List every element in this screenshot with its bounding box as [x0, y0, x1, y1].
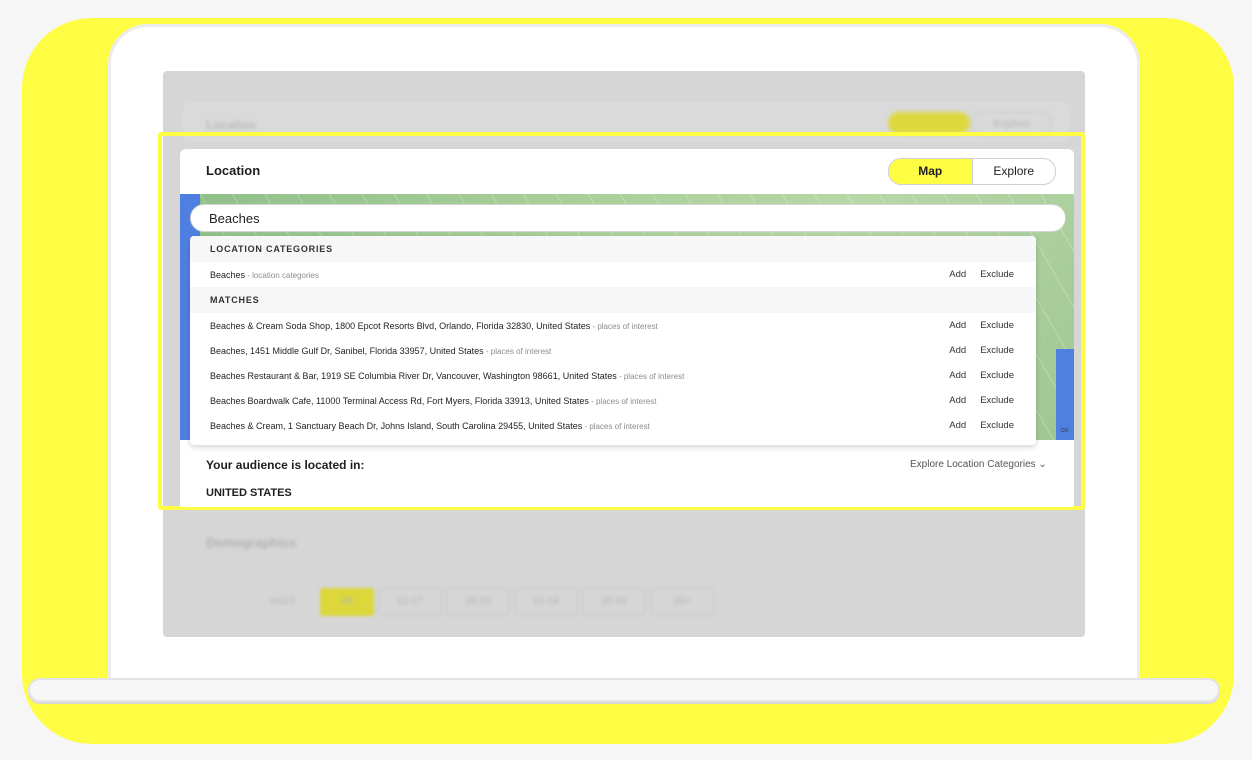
age-chip: 18-20: [446, 588, 510, 616]
view-toggle: Map Explore: [888, 158, 1056, 185]
location-title: Location: [206, 163, 261, 178]
age-chip: 35+: [650, 588, 714, 616]
add-button[interactable]: Add: [949, 420, 966, 431]
result-name: Beaches Restaurant & Bar, 1919 SE Columb…: [210, 370, 685, 381]
background-location-title: Location: [206, 118, 256, 132]
add-button[interactable]: Add: [949, 320, 966, 331]
exclude-button[interactable]: Exclude: [980, 320, 1014, 331]
explore-location-categories-link[interactable]: Explore Location Categories ⌄: [910, 459, 1047, 470]
map-toggle-button[interactable]: Map: [889, 159, 972, 184]
location-search-input[interactable]: [190, 204, 1066, 232]
result-name: Beaches - location categories: [210, 269, 319, 280]
categories-header: LOCATION CATEGORIES: [190, 236, 1036, 262]
matches-header: MATCHES: [190, 287, 1036, 313]
list-item: Beaches - location categories Add Exclud…: [190, 262, 1036, 287]
exclude-button[interactable]: Exclude: [980, 345, 1014, 356]
add-button[interactable]: Add: [949, 345, 966, 356]
exclude-button[interactable]: Exclude: [980, 395, 1014, 406]
age-label: AGES: [270, 596, 296, 606]
list-item: Beaches Boardwalk Cafe, 11000 Terminal A…: [190, 388, 1036, 413]
add-button[interactable]: Add: [949, 269, 966, 280]
result-name: Beaches, 1451 Middle Gulf Dr, Sanibel, F…: [210, 345, 552, 356]
chevron-down-icon: ⌄: [1038, 459, 1047, 470]
age-chip: 25-34: [582, 588, 646, 616]
laptop-base: [28, 678, 1220, 702]
location-card: Location Map Explore ox LOCATION CATEGOR…: [180, 149, 1074, 507]
result-name: Beaches & Cream Soda Shop, 1800 Epcot Re…: [210, 320, 658, 331]
add-button[interactable]: Add: [949, 395, 966, 406]
age-chip: 13-17: [378, 588, 442, 616]
map-attribution[interactable]: ox: [1061, 427, 1068, 434]
explore-toggle-button[interactable]: Explore: [971, 159, 1056, 184]
list-item: Beaches & Cream Soda Shop, 1800 Epcot Re…: [190, 313, 1036, 338]
background-demographics-title: Demographics: [206, 535, 297, 550]
age-chip: 21-24: [514, 588, 578, 616]
list-item: Beaches & Cream, 1 Sanctuary Beach Dr, J…: [190, 413, 1036, 438]
exclude-button[interactable]: Exclude: [980, 420, 1014, 431]
exclude-button[interactable]: Exclude: [980, 370, 1014, 381]
audience-label: Your audience is located in:: [206, 458, 365, 472]
list-item: Beaches Restaurant & Bar, 1919 SE Columb…: [190, 363, 1036, 388]
add-button[interactable]: Add: [949, 370, 966, 381]
background-age-chips: AGES All 13-17 18-20 21-24 25-34 35+: [270, 588, 714, 616]
search-results-dropdown: LOCATION CATEGORIES Beaches - location c…: [190, 236, 1036, 445]
exclude-button[interactable]: Exclude: [980, 269, 1014, 280]
result-name: Beaches & Cream, 1 Sanctuary Beach Dr, J…: [210, 420, 650, 431]
age-chip: All: [320, 588, 374, 616]
background-map-button: [888, 112, 970, 134]
result-name: Beaches Boardwalk Cafe, 11000 Terminal A…: [210, 395, 657, 406]
list-item: Beaches, 1451 Middle Gulf Dr, Sanibel, F…: [190, 338, 1036, 363]
audience-country: UNITED STATES: [206, 487, 292, 499]
